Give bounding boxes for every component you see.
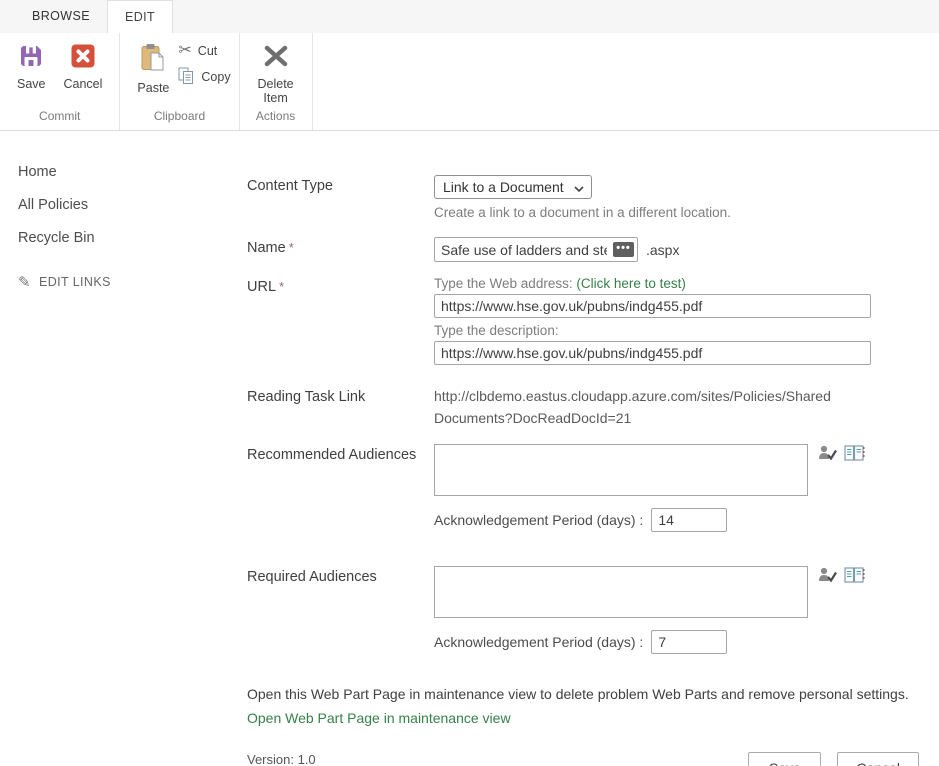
- maintenance-view-link[interactable]: Open Web Part Page in maintenance view: [247, 708, 919, 728]
- reading-task-link-label: Reading Task Link: [247, 386, 434, 405]
- ribbon-tab-strip: BROWSE EDIT: [0, 0, 939, 33]
- ellipsis-icon[interactable]: •••: [613, 242, 634, 257]
- delete-item-button[interactable]: Delete Item: [248, 39, 304, 106]
- cancel-icon: [70, 43, 96, 72]
- web-address-hint: Type the Web address: (Click here to tes…: [434, 276, 919, 291]
- name-label: Name*: [247, 237, 434, 256]
- paste-icon: [139, 43, 167, 76]
- chevron-down-icon: [574, 179, 584, 195]
- cancel-button[interactable]: Cancel: [837, 752, 919, 766]
- ribbon-group-commit: Save Cancel Commit: [0, 33, 120, 130]
- group-label-clipboard: Clipboard: [120, 109, 238, 130]
- ack-period-label: Acknowledgement Period (days) :: [434, 512, 643, 528]
- content-type-select[interactable]: Link to a Document: [434, 175, 592, 199]
- cancel-ribbon-button[interactable]: Cancel: [55, 39, 112, 91]
- save-button[interactable]: Save: [748, 752, 821, 766]
- cut-button[interactable]: ✂ Cut: [178, 43, 230, 59]
- web-address-input[interactable]: [434, 294, 871, 318]
- address-book-icon[interactable]: [844, 567, 865, 583]
- recommended-audiences-label: Recommended Audiences: [247, 444, 434, 463]
- ack-period-label: Acknowledgement Period (days) :: [434, 634, 643, 650]
- ribbon-group-clipboard: Paste ✂ Cut Copy: [120, 33, 239, 130]
- form-panel: Content Type Link to a Document Create a…: [229, 131, 939, 766]
- sidebar-item-home[interactable]: Home: [18, 164, 229, 180]
- ribbon-group-actions: Delete Item Actions: [240, 33, 313, 130]
- delete-icon: [261, 43, 291, 72]
- version-line: Version: 1.0: [247, 750, 748, 766]
- save-ribbon-button[interactable]: Save: [8, 39, 55, 91]
- recommended-ack-period-input[interactable]: [651, 508, 727, 532]
- ribbon: Save Cancel Commit: [0, 33, 939, 131]
- recommended-audiences-input[interactable]: [434, 444, 808, 496]
- description-hint: Type the description:: [434, 323, 919, 338]
- sidebar: Home All Policies Recycle Bin ✎ EDIT LIN…: [0, 131, 229, 766]
- check-names-icon[interactable]: [818, 567, 837, 583]
- sidebar-item-recycle-bin[interactable]: Recycle Bin: [18, 230, 229, 246]
- copy-button[interactable]: Copy: [178, 67, 230, 87]
- save-icon: [18, 43, 44, 72]
- aspx-extension: .aspx: [646, 242, 679, 258]
- required-audiences-label: Required Audiences: [247, 566, 434, 585]
- name-input[interactable]: [435, 239, 613, 260]
- url-label: URL*: [247, 276, 434, 295]
- address-book-icon[interactable]: [844, 445, 865, 461]
- content-type-description: Create a link to a document in a differe…: [434, 205, 919, 220]
- tab-browse[interactable]: BROWSE: [15, 0, 107, 33]
- group-label-actions: Actions: [240, 109, 312, 130]
- reading-task-link-value: http://clbdemo.eastus.cloudapp.azure.com…: [434, 386, 879, 429]
- edit-links-button[interactable]: ✎ EDIT LINKS: [18, 273, 229, 291]
- group-label-commit: Commit: [0, 109, 119, 130]
- tab-edit[interactable]: EDIT: [107, 0, 173, 33]
- required-audiences-input[interactable]: [434, 566, 808, 618]
- paste-button[interactable]: Paste: [128, 39, 178, 95]
- content-type-label: Content Type: [247, 175, 434, 194]
- required-asterisk: *: [279, 279, 284, 294]
- required-ack-period-input[interactable]: [651, 630, 727, 654]
- check-names-icon[interactable]: [818, 445, 837, 461]
- url-description-input[interactable]: [434, 341, 871, 365]
- sidebar-item-all-policies[interactable]: All Policies: [18, 197, 229, 213]
- required-asterisk: *: [289, 240, 294, 255]
- pencil-icon: ✎: [18, 273, 31, 291]
- click-here-to-test-link[interactable]: (Click here to test): [576, 276, 686, 291]
- item-metadata: Version: 1.0 Created at 15/07/2021 15:15…: [247, 750, 748, 766]
- maintenance-note: Open this Web Part Page in maintenance v…: [247, 684, 919, 728]
- cut-icon: ✂: [178, 43, 191, 59]
- copy-icon: [178, 67, 195, 87]
